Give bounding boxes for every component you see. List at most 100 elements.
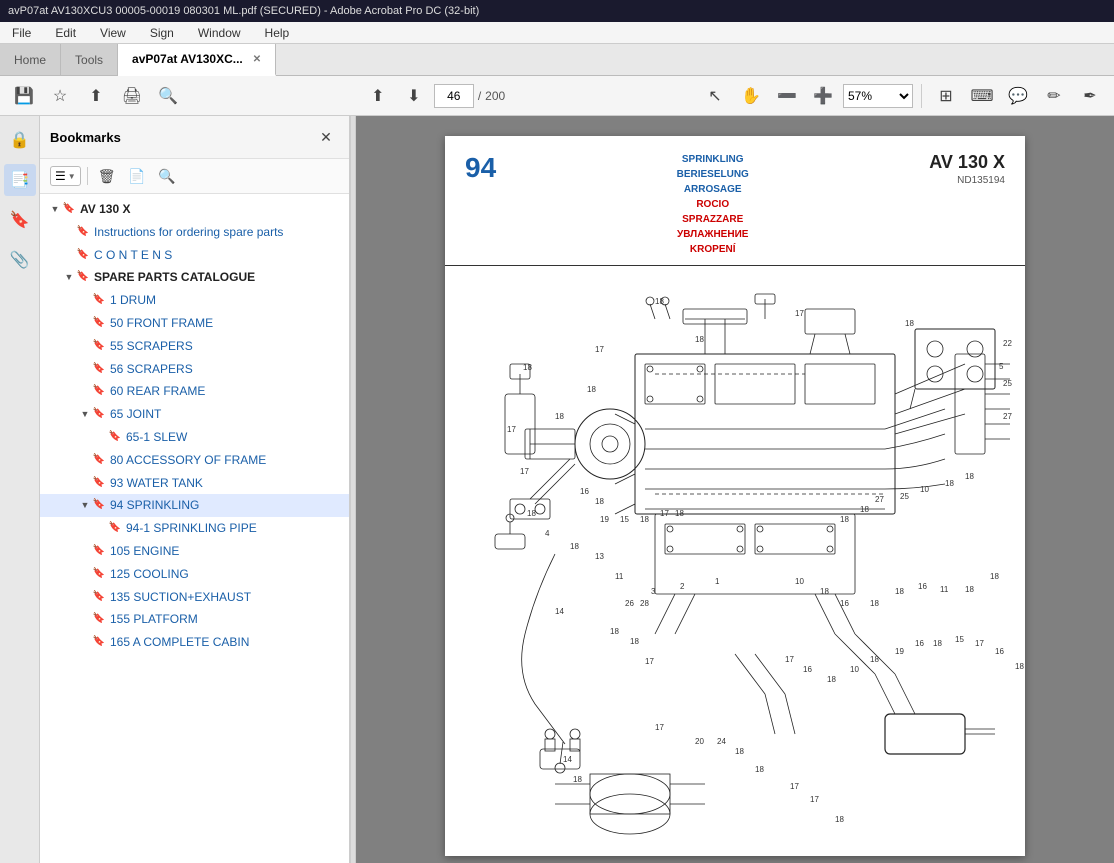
bookmark-expand-155-platform[interactable]	[78, 612, 92, 626]
bookmark-item-1-drum[interactable]: 🔖1 DRUM	[40, 289, 349, 312]
svg-text:18: 18	[555, 412, 564, 421]
bookmark-item-65-1-slew[interactable]: 🔖65-1 SLEW	[40, 426, 349, 449]
bookmark-item-80-acc[interactable]: 🔖80 ACCESSORY OF FRAME	[40, 449, 349, 472]
bookmark-expand-55-scrap1[interactable]	[78, 339, 92, 353]
tab-pdf[interactable]: avP07at AV130XC... ✕	[118, 44, 276, 76]
hand-tool[interactable]: ✋	[735, 80, 767, 112]
bookmark-expand-instructions[interactable]	[62, 225, 76, 239]
bookmark-expand-94-sprinkling[interactable]: ▼	[78, 498, 92, 512]
rotate-button[interactable]: ⌨	[966, 80, 998, 112]
bookmark-expand-93-water[interactable]	[78, 476, 92, 490]
bookmark-expand-65-1-slew[interactable]	[94, 430, 108, 444]
bookmark-item-94-1-pipe[interactable]: 🔖94-1 SPRINKLING PIPE	[40, 517, 349, 540]
tab-tools[interactable]: Tools	[61, 44, 118, 75]
menu-view[interactable]: View	[96, 24, 130, 42]
tab-bar: Home Tools avP07at AV130XC... ✕	[0, 44, 1114, 76]
bookmarks-dropdown-arrow: ▼	[68, 172, 76, 181]
bookmark-item-135-suction[interactable]: 🔖135 SUCTION+EXHAUST	[40, 586, 349, 609]
bookmark-search-button[interactable]: 🔍	[154, 163, 180, 189]
toolbar-separator	[921, 84, 922, 108]
sidebar-icon-attachments[interactable]: 📎	[4, 244, 36, 276]
bookmark-expand-50-front[interactable]	[78, 316, 92, 330]
bookmark-item-50-front[interactable]: 🔖50 FRONT FRAME	[40, 312, 349, 335]
bookmark-expand-135-suction[interactable]	[78, 590, 92, 604]
print-button[interactable]: 🖨	[116, 80, 148, 112]
bookmarks-list-icon: ☰	[55, 169, 66, 183]
bookmark-expand-contents[interactable]	[62, 248, 76, 262]
prev-page-button[interactable]: ⬆	[362, 80, 394, 112]
svg-text:18: 18	[527, 509, 536, 518]
sign-button[interactable]: ✒	[1074, 80, 1106, 112]
bookmark-delete-button[interactable]: 🗑	[94, 163, 120, 189]
pdf-page: 94 SPRINKLING BERIESELUNG ARROSAGE ROCIO…	[445, 136, 1025, 856]
bookmark-expand-spare-parts[interactable]: ▼	[62, 270, 76, 284]
menu-help[interactable]: Help	[261, 24, 294, 42]
attach-button[interactable]: ⬆	[80, 80, 112, 112]
menu-file[interactable]: File	[8, 24, 35, 42]
bookmark-item-55-scrap1[interactable]: 🔖55 SCRAPERS	[40, 335, 349, 358]
bookmark-item-105-engine[interactable]: 🔖105 ENGINE	[40, 540, 349, 563]
bookmark-item-93-water[interactable]: 🔖93 WATER TANK	[40, 472, 349, 495]
bookmark-label-1-drum: 1 DRUM	[110, 292, 341, 309]
highlight-button[interactable]: ✏	[1038, 80, 1070, 112]
bookmark-item-contents[interactable]: 🔖C O N T E N S	[40, 244, 349, 267]
bookmark-item-94-sprinkling[interactable]: ▼🔖94 SPRINKLING	[40, 494, 349, 517]
bookmark-item-spare-parts[interactable]: ▼🔖SPARE PARTS CATALOGUE	[40, 266, 349, 289]
zoom-select[interactable]: 57% 75% 100% 125% 150%	[843, 84, 913, 108]
pdf-area[interactable]: 94 SPRINKLING BERIESELUNG ARROSAGE ROCIO…	[356, 116, 1114, 863]
bookmark-expand-105-engine[interactable]	[78, 544, 92, 558]
menu-edit[interactable]: Edit	[51, 24, 80, 42]
bookmark-expand-165-cabin[interactable]	[78, 635, 92, 649]
svg-text:1: 1	[715, 577, 720, 586]
bookmark-label-93-water: 93 WATER TANK	[110, 475, 341, 492]
cursor-tool[interactable]: ↖	[699, 80, 731, 112]
bookmark-expand-1-drum[interactable]	[78, 293, 92, 307]
bookmark-item-65-joint[interactable]: ▼🔖65 JOINT	[40, 403, 349, 426]
bookmark-expand-125-cooling[interactable]	[78, 567, 92, 581]
bookmark-icon-125-cooling: 🔖	[92, 567, 106, 581]
bookmark-item-instructions[interactable]: 🔖Instructions for ordering spare parts	[40, 221, 349, 244]
bookmark-item-165-cabin[interactable]: 🔖165 A COMPLETE CABIN	[40, 631, 349, 654]
menu-window[interactable]: Window	[194, 24, 245, 42]
sidebar-icon-layers[interactable]: 🔖	[4, 204, 36, 236]
tab-home[interactable]: Home	[0, 44, 61, 75]
svg-text:27: 27	[1003, 412, 1012, 421]
bookmark-expand-80-acc[interactable]	[78, 453, 92, 467]
bookmarks-close-button[interactable]: ✕	[313, 124, 339, 150]
sidebar-icon-nav[interactable]: 📑	[4, 164, 36, 196]
bookmark-item-56-scrap2[interactable]: 🔖56 SCRAPERS	[40, 358, 349, 381]
bookmark-item-125-cooling[interactable]: 🔖125 COOLING	[40, 563, 349, 586]
bookmark-icon-instructions: 🔖	[76, 225, 90, 239]
bookmark-expand-65-joint[interactable]: ▼	[78, 407, 92, 421]
bookmark-add-button[interactable]: ☆	[44, 80, 76, 112]
bookmark-expand-av130x[interactable]: ▼	[48, 202, 62, 216]
bookmark-icon-spare-parts: 🔖	[76, 270, 90, 284]
bookmark-item-60-rear[interactable]: 🔖60 REAR FRAME	[40, 380, 349, 403]
tab-close-button[interactable]: ✕	[253, 54, 261, 65]
bookmark-item-av130x[interactable]: ▼🔖AV 130 X	[40, 198, 349, 221]
comment-button[interactable]: 💬	[1002, 80, 1034, 112]
fit-button[interactable]: ⊞	[930, 80, 962, 112]
bookmark-label-155-platform: 155 PLATFORM	[110, 611, 341, 628]
bookmark-expand-94-1-pipe[interactable]	[94, 521, 108, 535]
tab-tools-label: Tools	[75, 53, 103, 67]
lang-ru: УВЛАЖНЕНИЕ	[677, 227, 749, 242]
svg-text:18: 18	[573, 775, 582, 784]
bookmark-new-button[interactable]: 📄	[124, 163, 150, 189]
bookmarks-view-dropdown[interactable]: ☰ ▼	[50, 166, 81, 186]
zoom-in-button[interactable]: ➕	[807, 80, 839, 112]
save-button[interactable]: 💾	[8, 80, 40, 112]
sidebar-icon-bookmarks[interactable]: 🔒	[4, 124, 36, 156]
menu-sign[interactable]: Sign	[146, 24, 178, 42]
bookmark-item-155-platform[interactable]: 🔖155 PLATFORM	[40, 608, 349, 631]
bookmark-icon-56-scrap2: 🔖	[92, 362, 106, 376]
next-page-button[interactable]: ⬇	[398, 80, 430, 112]
zoom-out-button[interactable]: ➖	[771, 80, 803, 112]
bookmark-expand-60-rear[interactable]	[78, 384, 92, 398]
tab-pdf-label: avP07at AV130XC...	[132, 52, 243, 66]
find-button[interactable]: 🔍	[152, 80, 184, 112]
svg-text:27: 27	[875, 495, 884, 504]
bookmark-label-av130x: AV 130 X	[80, 201, 341, 218]
page-number-input[interactable]: 46	[434, 84, 474, 108]
bookmark-expand-56-scrap2[interactable]	[78, 362, 92, 376]
